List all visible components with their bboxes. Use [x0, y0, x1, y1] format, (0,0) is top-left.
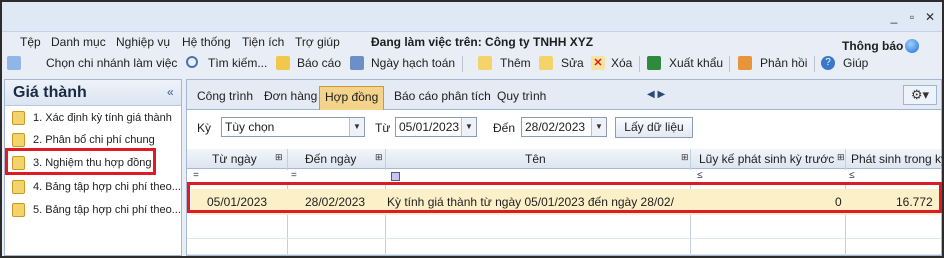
filter-operator[interactable]: =	[291, 170, 297, 181]
sidebar-item-cost-summary-1[interactable]: 4. Bảng tập hợp chi phí theo...	[5, 177, 181, 199]
sidebar-item-cost-summary-2[interactable]: 5. Bảng tập hợp chi phí theo...	[5, 200, 181, 222]
menu-utilities[interactable]: Tiện ích	[242, 35, 284, 49]
document-icon	[12, 111, 25, 125]
sidebar-item-label: 1. Xác định kỳ tính giá thành	[33, 112, 172, 124]
menu-system[interactable]: Hệ thống	[182, 35, 231, 49]
pin-icon[interactable]: ⊞	[837, 152, 845, 163]
tab-projects[interactable]: Công trình	[192, 86, 258, 110]
menu-help[interactable]: Trợ giúp	[295, 35, 340, 49]
filter-operator[interactable]: ≤	[697, 170, 703, 181]
chevron-down-icon[interactable]: ▼	[349, 118, 364, 136]
row-divider	[187, 238, 941, 239]
from-date-field[interactable]: 05/01/2023 ▼	[395, 117, 477, 137]
delete-icon: ✕	[591, 56, 605, 70]
current-company: Đang làm việc trên: Công ty TNHH XYZ	[371, 35, 594, 49]
period-select[interactable]: Tùy chọn ▼	[221, 117, 365, 137]
help-button[interactable]: Giúp	[843, 56, 868, 70]
export-button[interactable]: Xuất khẩu	[669, 56, 723, 70]
from-label: Từ	[375, 121, 391, 135]
delete-button[interactable]: Xóa	[611, 56, 632, 70]
from-date-value: 05/01/2023	[399, 120, 460, 134]
mail-icon	[738, 56, 752, 70]
column-header-name[interactable]: Tên	[525, 152, 546, 166]
sidebar-title: Giá thành	[13, 84, 87, 101]
tab-workflow[interactable]: Quy trình	[492, 86, 551, 110]
to-date-field[interactable]: 28/02/2023 ▼	[521, 117, 607, 137]
toolbar: Chọn chi nhánh làm việc Tìm kiếm... Báo …	[2, 53, 942, 75]
minimize-icon[interactable]: _	[886, 10, 902, 24]
close-icon[interactable]: ✕	[922, 10, 938, 24]
pin-icon[interactable]: ⊞	[275, 152, 283, 163]
report-icon	[276, 56, 290, 70]
sidebar-item-label: 5. Bảng tập hợp chi phí theo...	[33, 204, 181, 216]
toolbar-divider	[639, 56, 640, 72]
toolbar-divider	[814, 56, 815, 72]
pin-icon[interactable]: ⊞	[681, 152, 689, 163]
branch-button[interactable]: Chọn chi nhánh làm việc	[46, 56, 177, 70]
sidebar-item-label: 2. Phân bổ chi phí chung	[33, 134, 155, 146]
restore-icon[interactable]: ▫	[904, 10, 920, 24]
menu-operations[interactable]: Nghiệp vụ	[116, 35, 170, 49]
column-header-from[interactable]: Từ ngày	[212, 152, 257, 166]
sidebar-item-label: 4. Bảng tập hợp chi phí theo...	[33, 181, 181, 193]
chevron-down-icon[interactable]: ▼	[591, 118, 606, 136]
highlight-table-row	[187, 182, 942, 213]
toolbar-divider	[462, 56, 463, 72]
tab-scroll-arrows[interactable]: ◀ ▶	[647, 89, 677, 103]
column-header-prev-accum[interactable]: Lũy kế phát sinh kỳ trước	[699, 152, 834, 166]
calendar-icon	[350, 56, 364, 70]
to-label: Đến	[493, 121, 516, 135]
excel-icon	[647, 56, 661, 70]
tab-contracts[interactable]: Hợp đồng	[319, 86, 385, 110]
title-bar: _ ▫ ✕	[2, 2, 942, 32]
menu-catalog[interactable]: Danh mục	[51, 35, 106, 49]
filter-bar: Kỳ Tùy chọn ▼ Từ 05/01/2023 ▼ Đến 28/02/…	[187, 111, 941, 143]
tab-bar: Công trình Đơn hàng Hợp đồng Báo cáo phâ…	[187, 80, 941, 110]
notifications-label[interactable]: Thông báo	[842, 39, 903, 53]
menu-bar: Tệp Danh mục Nghiệp vụ Hệ thống Tiện ích…	[2, 32, 942, 53]
filter-operator[interactable]: =	[193, 170, 199, 181]
filter-operator-icon[interactable]	[391, 172, 400, 181]
feedback-button[interactable]: Phản hồi	[760, 56, 807, 70]
load-data-button[interactable]: Lấy dữ liệu	[615, 117, 693, 138]
period-label: Kỳ	[197, 121, 212, 135]
posting-date-button[interactable]: Ngày hạch toán	[371, 56, 455, 70]
document-icon	[12, 133, 25, 147]
row-divider	[187, 254, 941, 255]
document-icon	[12, 180, 25, 194]
menu-file[interactable]: Tệp	[20, 35, 41, 49]
toolbar-divider	[729, 56, 730, 72]
sidebar-header: Giá thành «	[5, 80, 181, 106]
globe-icon[interactable]	[905, 39, 919, 53]
sidebar-item-cost-period[interactable]: 1. Xác định kỳ tính giá thành	[5, 108, 181, 130]
tab-analysis-reports[interactable]: Báo cáo phân tích	[389, 86, 496, 110]
period-value: Tùy chọn	[225, 120, 275, 134]
search-icon	[186, 56, 198, 68]
search-button[interactable]: Tìm kiếm...	[208, 56, 267, 70]
chevron-down-icon[interactable]: ▼	[461, 118, 476, 136]
gear-icon[interactable]: ⚙▾	[903, 85, 937, 105]
column-header-to[interactable]: Đến ngày	[305, 152, 356, 166]
help-icon: ?	[821, 56, 835, 70]
column-header-current[interactable]: Phát sinh trong kỳ	[851, 152, 942, 166]
tab-orders[interactable]: Đơn hàng	[259, 86, 322, 110]
highlight-sidebar-item	[5, 148, 156, 175]
main-panel: Công trình Đơn hàng Hợp đồng Báo cáo phâ…	[186, 79, 942, 256]
collapse-icon[interactable]: «	[167, 85, 174, 99]
app-window: _ ▫ ✕ Tệp Danh mục Nghiệp vụ Hệ thống Ti…	[0, 0, 944, 258]
report-button[interactable]: Báo cáo	[297, 56, 341, 70]
to-date-value: 28/02/2023	[525, 120, 586, 134]
edit-icon	[539, 56, 553, 70]
grid-header: Từ ngày ⊞ Đến ngày ⊞ Tên ⊞ Lũy kế phát s…	[187, 149, 942, 169]
branch-icon	[7, 56, 21, 70]
add-button[interactable]: Thêm	[500, 56, 531, 70]
document-icon	[12, 203, 25, 217]
add-icon	[478, 56, 492, 70]
edit-button[interactable]: Sửa	[561, 56, 584, 70]
pin-icon[interactable]: ⊞	[375, 152, 383, 163]
filter-operator[interactable]: ≤	[849, 170, 855, 181]
